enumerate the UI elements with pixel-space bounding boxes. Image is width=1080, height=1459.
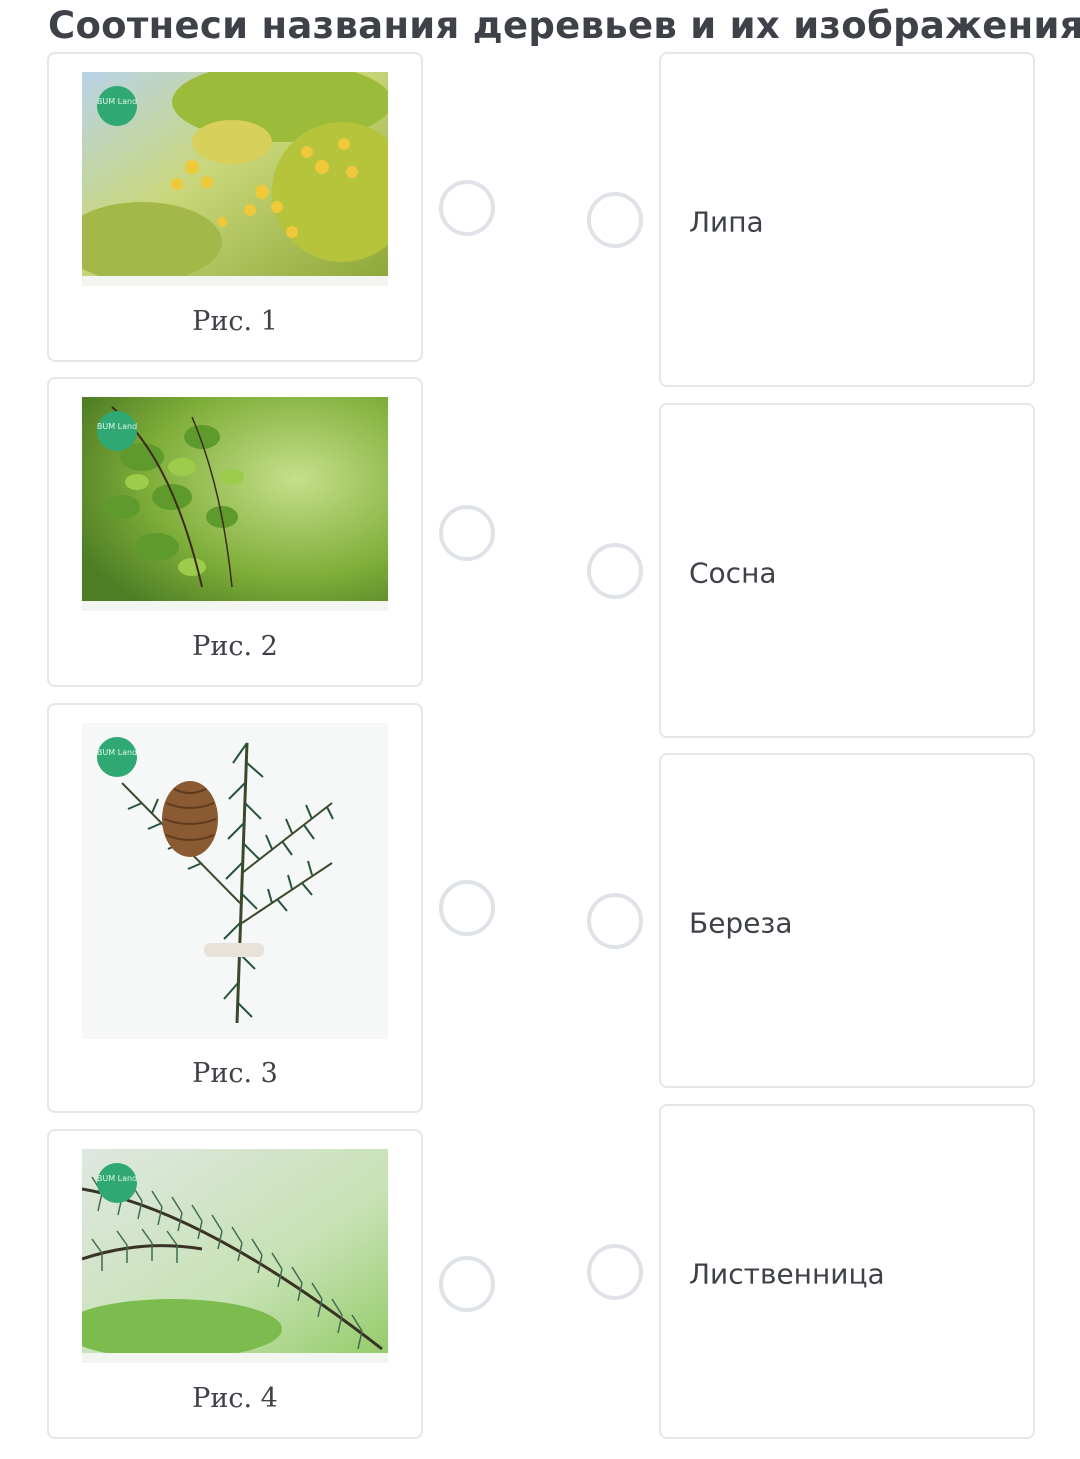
pine-branch-cone-photo: BUM Land bbox=[82, 723, 388, 1039]
question-title: Соотнеси названия деревьев и их изображе… bbox=[48, 4, 1080, 47]
name-label-2: Сосна bbox=[689, 556, 777, 590]
name-label-4: Лиственница bbox=[689, 1257, 885, 1291]
image-card-3[interactable]: BUM Land Рис. 3 bbox=[47, 703, 423, 1113]
image-caption-1: Рис. 1 bbox=[192, 306, 278, 337]
image-4-connector-radio[interactable] bbox=[439, 1256, 495, 1312]
image-card-4[interactable]: BUM Land Рис. 4 bbox=[47, 1129, 423, 1439]
watermark-logo: BUM Land bbox=[97, 97, 137, 106]
name-1-connector-radio[interactable] bbox=[587, 192, 643, 248]
image-3-connector-radio[interactable] bbox=[439, 880, 495, 936]
name-2-connector-radio[interactable] bbox=[587, 543, 643, 599]
larch-branch-photo: BUM Land bbox=[82, 1149, 388, 1363]
name-card-1[interactable]: Липа bbox=[659, 52, 1035, 387]
watermark-logo: BUM Land bbox=[97, 422, 137, 431]
name-card-4[interactable]: Лиственница bbox=[659, 1104, 1035, 1439]
name-label-3: Береза bbox=[689, 906, 793, 940]
name-card-3[interactable]: Береза bbox=[659, 753, 1035, 1088]
watermark-logo: BUM Land bbox=[97, 748, 137, 757]
name-card-2[interactable]: Сосна bbox=[659, 403, 1035, 738]
image-caption-3: Рис. 3 bbox=[192, 1058, 278, 1089]
image-card-2[interactable]: BUM Land Рис. 2 bbox=[47, 377, 423, 687]
name-label-1: Липа bbox=[689, 205, 764, 239]
name-4-connector-radio[interactable] bbox=[587, 1244, 643, 1300]
image-card-1[interactable]: BUM Land Рис. 1 bbox=[47, 52, 423, 362]
birch-leaves-photo: BUM Land bbox=[82, 397, 388, 611]
image-1-connector-radio[interactable] bbox=[439, 180, 495, 236]
name-3-connector-radio[interactable] bbox=[587, 893, 643, 949]
image-2-connector-radio[interactable] bbox=[439, 505, 495, 561]
image-caption-4: Рис. 4 bbox=[192, 1383, 278, 1414]
watermark-logo: BUM Land bbox=[97, 1174, 137, 1183]
linden-blossom-photo: BUM Land bbox=[82, 72, 388, 286]
image-caption-2: Рис. 2 bbox=[192, 631, 278, 662]
